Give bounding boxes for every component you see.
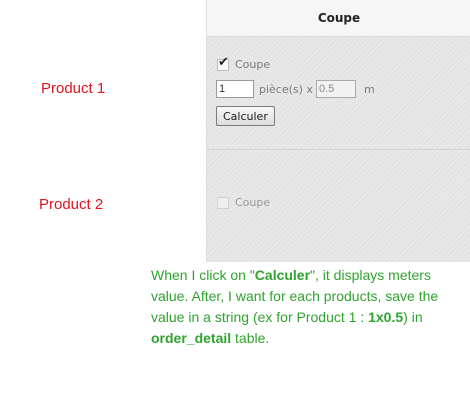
- checkmark-icon: ✔: [218, 54, 229, 70]
- quantity-input[interactable]: [216, 80, 254, 98]
- note-table-name: order_detail: [151, 330, 232, 346]
- calc-row: pièce(s) x m: [216, 80, 375, 98]
- pieces-label: pièce(s) x: [259, 82, 313, 96]
- coupe-checkbox-1[interactable]: ✔: [217, 54, 229, 71]
- note-text-1: When I click on ": [151, 267, 255, 283]
- panel-title: Coupe: [317, 11, 361, 25]
- note-example: 1x0.5: [368, 309, 404, 325]
- product-2-label: Product 2: [39, 196, 104, 213]
- product-1-label: Product 1: [41, 80, 106, 97]
- product-1-cell: ✔ Coupe pièce(s) x m Calculer: [207, 37, 470, 150]
- note-text-4: table.: [231, 330, 270, 346]
- note-calculer: Calculer: [254, 267, 311, 283]
- coupe-checkbox-2-label: Coupe: [235, 196, 271, 209]
- coupe-checkbox-row-2: Coupe: [217, 196, 270, 209]
- unit-label: m: [363, 82, 375, 96]
- explanation-note: When I click on "Calculer", it displays …: [151, 265, 466, 349]
- product-2-cell: Coupe: [207, 150, 470, 262]
- panel-header: Coupe: [207, 0, 470, 37]
- note-text-3: ) in: [403, 309, 423, 325]
- coupe-checkbox-row-1: ✔ Coupe: [217, 54, 271, 71]
- coupe-checkbox-2[interactable]: [217, 196, 229, 209]
- coupe-checkbox-1-label: Coupe: [235, 58, 271, 71]
- coupe-panel: Coupe ✔ Coupe pièce(s) x m Calculer Coup…: [206, 0, 470, 262]
- calculer-button[interactable]: Calculer: [216, 106, 275, 126]
- length-input[interactable]: [315, 80, 356, 98]
